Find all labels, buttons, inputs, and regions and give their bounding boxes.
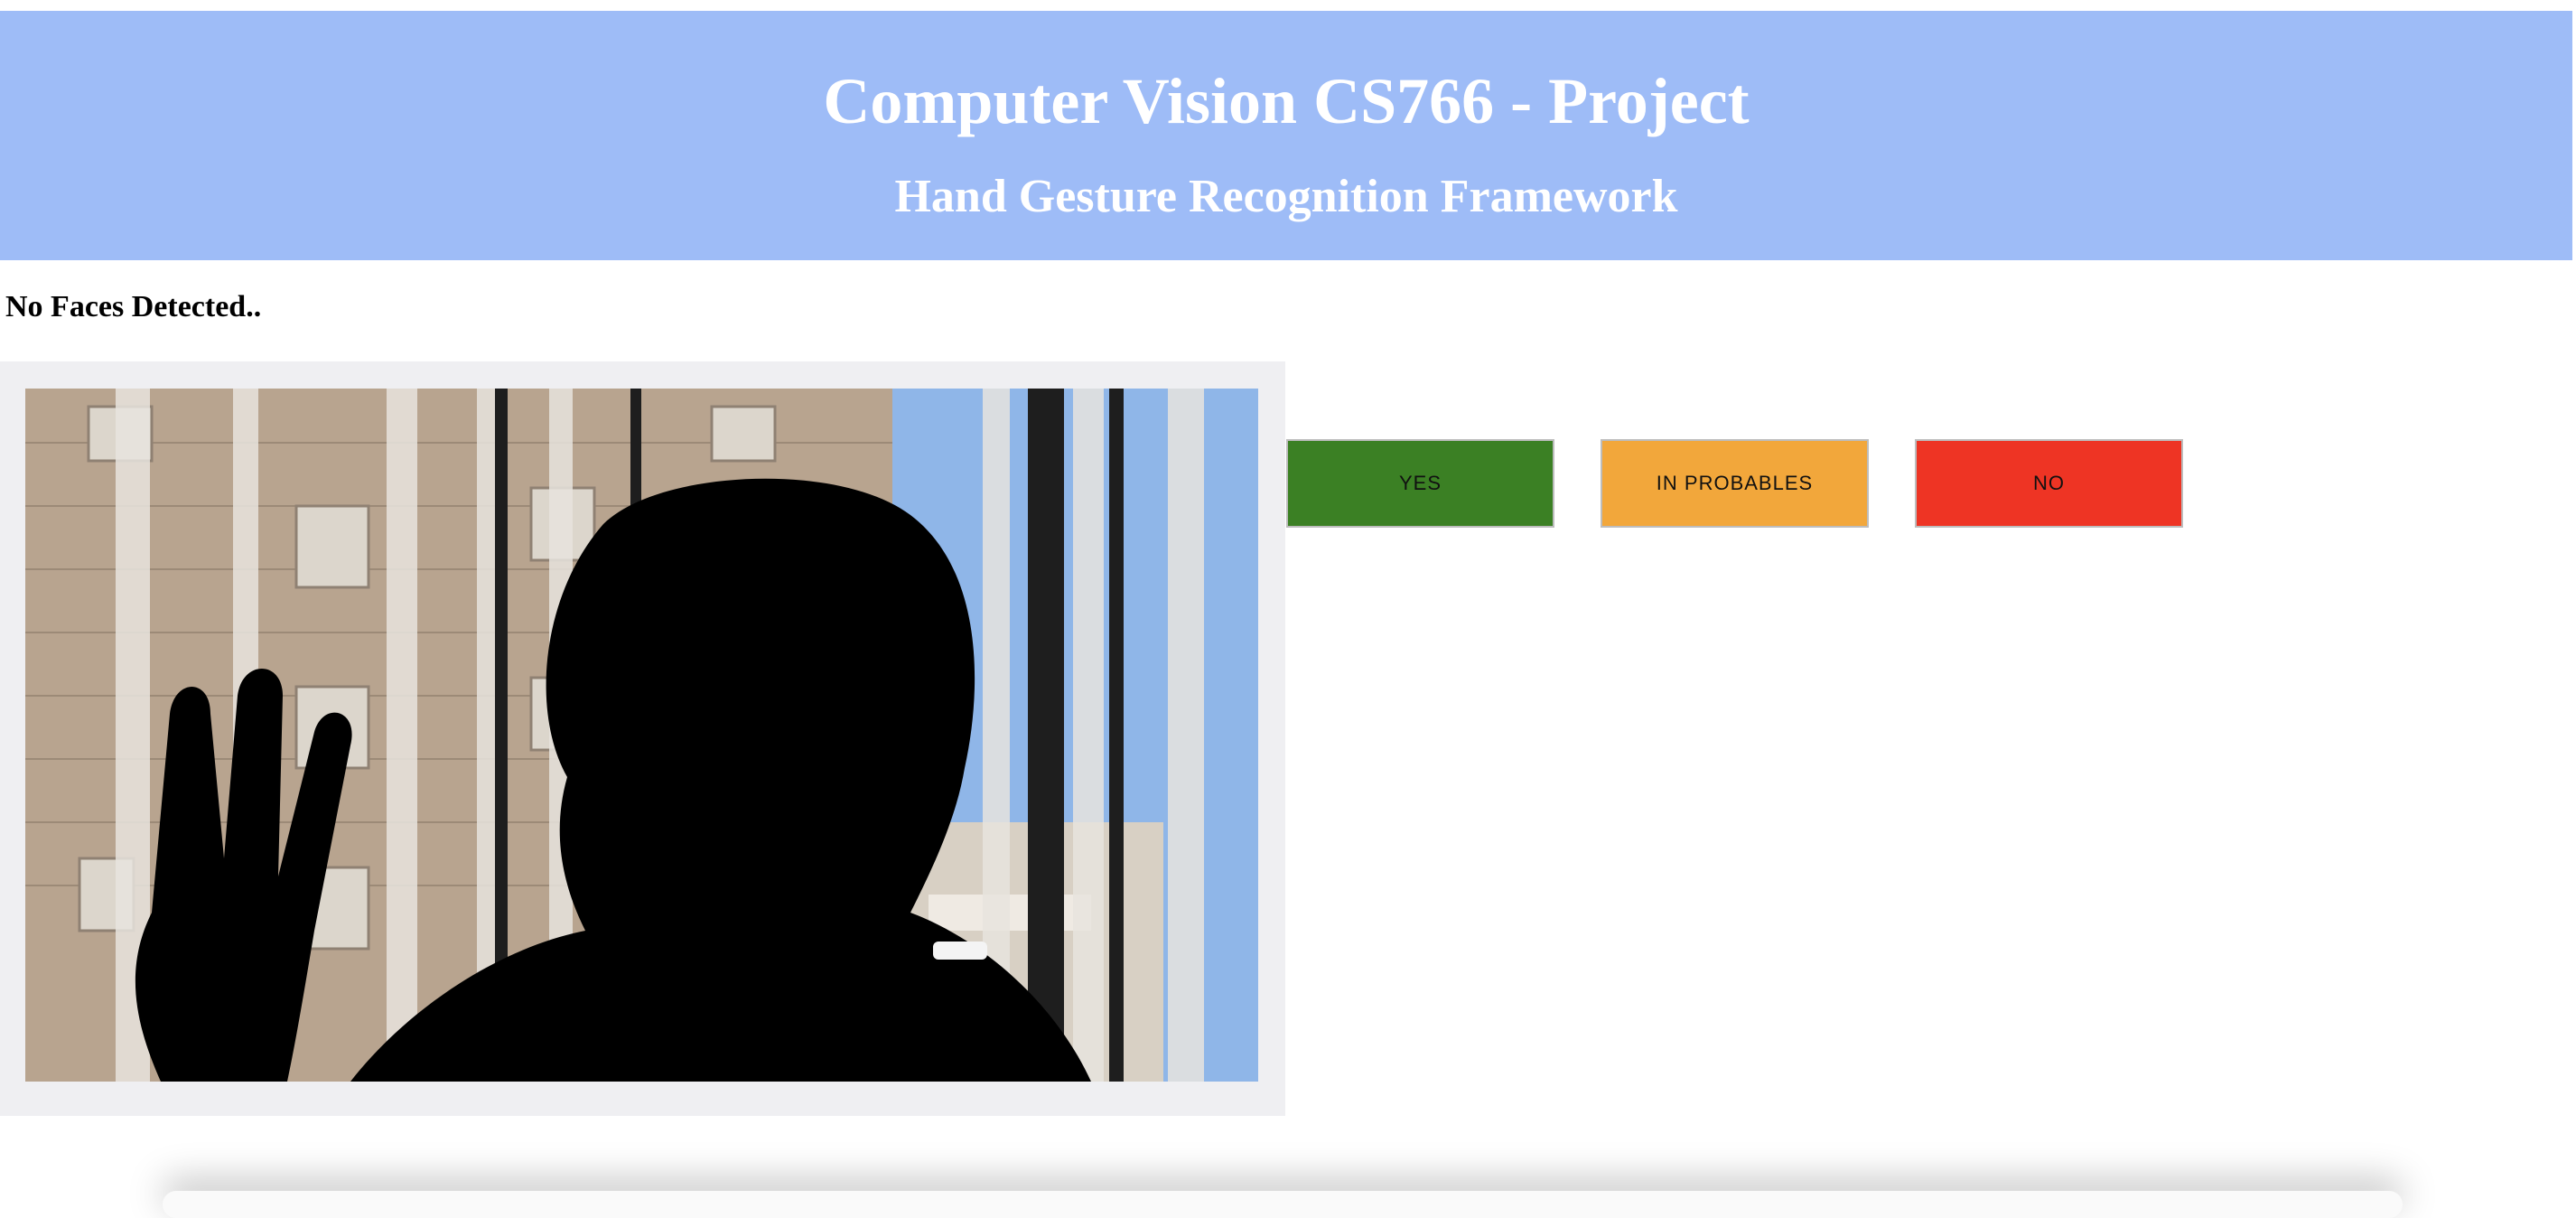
page-subtitle: Hand Gesture Recognition Framework <box>894 171 1678 222</box>
footer-panel-edge <box>163 1191 2403 1218</box>
in-probables-button[interactable]: IN PROBABLES <box>1601 439 1869 528</box>
page-header: Computer Vision CS766 - Project Hand Ges… <box>0 11 2572 260</box>
webcam-frame-illustration <box>25 389 1258 1082</box>
face-detection-status: No Faces Detected.. <box>5 290 262 323</box>
video-panel <box>0 361 1285 1116</box>
page-title: Computer Vision CS766 - Project <box>823 65 1750 137</box>
yes-button[interactable]: YES <box>1286 439 1554 528</box>
webcam-video <box>25 389 1258 1082</box>
no-button[interactable]: NO <box>1915 439 2183 528</box>
